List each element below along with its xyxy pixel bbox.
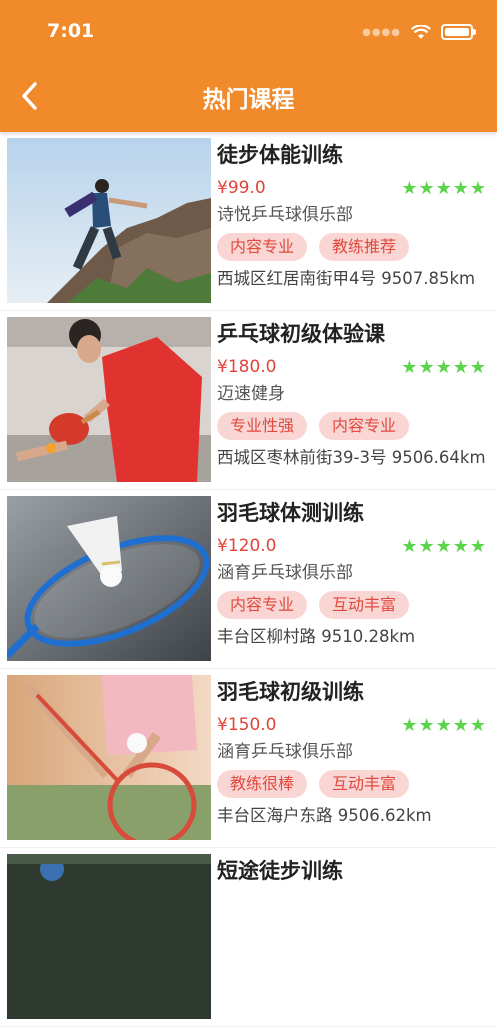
course-tag: 内容专业	[217, 591, 308, 619]
course-price: ¥180.0	[217, 357, 277, 377]
rating-stars-icon: ★★★★★	[401, 535, 487, 557]
course-image	[7, 138, 211, 303]
course-title: 乒乓球初级体验课	[217, 322, 385, 346]
course-image	[7, 317, 211, 482]
rating-stars-icon: ★★★★★	[401, 714, 487, 736]
rating-stars-icon: ★★★★★	[401, 356, 487, 378]
course-address: 西城区枣林前街39-3号 9506.64km	[217, 448, 486, 467]
club-name: 迈速健身	[217, 384, 285, 404]
club-name: 涵育乒乓球俱乐部	[217, 742, 353, 762]
course-tag: 互动丰富	[319, 591, 410, 619]
course-tag: 教练推荐	[319, 233, 410, 261]
status-icons: ●●●●	[362, 24, 476, 40]
course-tag: 互动丰富	[319, 770, 410, 798]
course-image	[7, 854, 211, 1019]
course-card[interactable]: 徒步体能训练 ¥99.0 ★★★★★ 诗悦乒乓球俱乐部 内容专业 教练推荐 西城…	[0, 132, 497, 311]
course-image	[7, 496, 211, 661]
course-address: 西城区红居南街甲4号 9507.85km	[217, 269, 476, 288]
app-header: 7:01 ●●●● 热门课程	[0, 0, 497, 132]
course-card[interactable]: 乒乓球初级体验课 ¥180.0 ★★★★★ 迈速健身 专业性强 内容专业 西城区…	[0, 311, 497, 490]
course-price: ¥120.0	[217, 536, 277, 556]
course-card[interactable]: 羽毛球初级训练 ¥150.0 ★★★★★ 涵育乒乓球俱乐部 教练很棒 互动丰富 …	[0, 669, 497, 848]
battery-icon	[441, 24, 476, 40]
course-image	[7, 675, 211, 840]
course-card[interactable]: 短途徒步训练	[0, 848, 497, 1027]
rating-stars-icon: ★★★★★	[401, 177, 487, 199]
course-title: 徒步体能训练	[217, 143, 343, 167]
course-title: 羽毛球体测训练	[217, 501, 364, 525]
course-address: 丰台区海户东路 9506.62km	[217, 806, 432, 825]
course-tag: 专业性强	[217, 412, 308, 440]
club-name: 诗悦乒乓球俱乐部	[217, 205, 353, 225]
course-list: 徒步体能训练 ¥99.0 ★★★★★ 诗悦乒乓球俱乐部 内容专业 教练推荐 西城…	[0, 132, 497, 1027]
page-title: 热门课程	[202, 87, 295, 113]
course-title: 羽毛球初级训练	[217, 680, 364, 704]
course-card[interactable]: 羽毛球体测训练 ¥120.0 ★★★★★ 涵育乒乓球俱乐部 内容专业 互动丰富 …	[0, 490, 497, 669]
course-price: ¥150.0	[217, 715, 277, 735]
course-price: ¥99.0	[217, 178, 266, 198]
course-address: 丰台区柳村路 9510.28km	[217, 627, 416, 646]
course-tag: 教练很棒	[217, 770, 308, 798]
course-tag: 内容专业	[319, 412, 410, 440]
club-name: 涵育乒乓球俱乐部	[217, 563, 353, 583]
course-tag: 内容专业	[217, 233, 308, 261]
status-time: 7:01	[47, 20, 95, 42]
signal-icon: ●●●●	[362, 26, 401, 38]
course-title: 短途徒步训练	[217, 859, 343, 883]
wifi-icon	[411, 24, 431, 39]
